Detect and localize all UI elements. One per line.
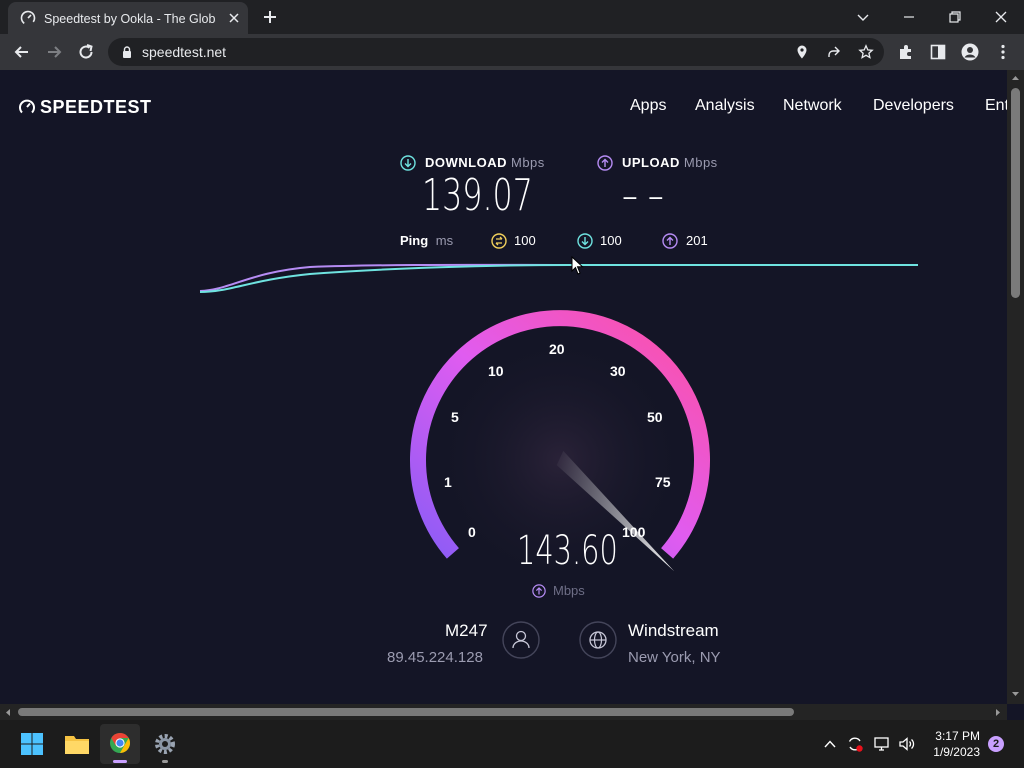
gauge-logo-icon [19, 99, 35, 114]
download-label-text: DOWNLOAD [425, 155, 507, 170]
tab-search-chevron-icon[interactable] [852, 6, 874, 28]
speed-graph [199, 263, 918, 293]
bookmark-star-icon[interactable] [858, 44, 874, 60]
settings-running-indicator [162, 760, 168, 763]
download-speed-value: 139.07 [422, 170, 533, 221]
gauge-tick-50: 50 [647, 409, 663, 425]
tab-strip: Speedtest by Ookla - The Global Broadban… [0, 0, 1024, 34]
scroll-left-arrow-icon[interactable] [4, 708, 12, 717]
more-menu-icon[interactable] [994, 43, 1012, 61]
forward-arrow-icon[interactable] [44, 42, 64, 62]
clock-date[interactable]: 1/9/2023 [920, 744, 980, 760]
horizontal-scroll-thumb[interactable] [18, 708, 794, 716]
nav-analysis[interactable]: Analysis [695, 95, 755, 117]
user-icon [502, 621, 540, 659]
server-location[interactable]: New York, NY [628, 648, 721, 668]
file-explorer-icon[interactable] [64, 732, 90, 756]
notification-count-badge[interactable]: 2 [988, 736, 1004, 752]
url-text[interactable]: speedtest.net [142, 43, 226, 61]
browser-toolbar: speedtest.net [0, 34, 1024, 70]
horizontal-scrollbar[interactable] [0, 704, 1007, 720]
gauge-current-value: 143.60 [517, 528, 618, 574]
nav-enterprise[interactable]: Ent [985, 95, 1007, 117]
upload-label-text: UPLOAD [622, 155, 680, 170]
new-tab-plus-icon[interactable] [260, 7, 280, 27]
chrome-icon [110, 733, 130, 753]
upload-arrow-icon [597, 155, 613, 171]
gauge-tick-30: 30 [610, 363, 626, 379]
ping-unit: ms [435, 233, 454, 248]
upload-speed-value: – – [622, 170, 664, 221]
nav-developers[interactable]: Developers [873, 95, 954, 117]
logo-wordmark: SPEEDTEST [40, 97, 152, 117]
back-arrow-icon[interactable] [12, 42, 32, 62]
gauge-tick-20: 20 [549, 341, 565, 357]
upload-unit: Mbps [683, 155, 718, 170]
client-ip: 89.45.224.128 [387, 649, 483, 666]
lock-icon[interactable] [120, 45, 134, 59]
ping-idle-value: 100 [514, 233, 536, 248]
idle-latency-icon [491, 233, 507, 249]
globe-icon[interactable] [579, 621, 617, 659]
gauge-tick-75: 75 [655, 474, 671, 490]
ping-download-value: 100 [600, 233, 622, 248]
windows-taskbar: 3:17 PM 1/9/2023 2 [0, 720, 1024, 768]
nav-network[interactable]: Network [783, 95, 842, 117]
download-unit: Mbps [511, 155, 545, 170]
vertical-scroll-thumb[interactable] [1011, 88, 1020, 298]
gauge-unit: Mbps [553, 583, 585, 598]
gauge-tick-10: 10 [488, 363, 504, 379]
speedtest-favicon-icon [20, 10, 36, 26]
side-panel-icon[interactable] [929, 43, 947, 61]
nav-apps[interactable]: Apps [630, 95, 666, 117]
scroll-up-arrow-icon[interactable] [1011, 74, 1020, 82]
tab-title: Speedtest by Ookla - The Global Broadban… [44, 12, 216, 26]
volume-speaker-icon[interactable] [898, 735, 916, 753]
gauge-upload-icon [532, 584, 546, 598]
mouse-cursor-icon [571, 256, 584, 275]
ping-upload-value: 201 [686, 233, 708, 248]
speedtest-page: SPEEDTEST Apps Analysis Network Develope… [0, 70, 1007, 704]
gauge-tick-100: 100 [622, 524, 646, 540]
profile-avatar-icon[interactable] [961, 43, 979, 61]
network-monitor-icon[interactable] [873, 735, 891, 753]
chrome-taskbar-button[interactable] [100, 724, 140, 764]
clock-time[interactable]: 3:17 PM [920, 728, 980, 744]
minimize-window-icon[interactable] [898, 6, 920, 28]
gauge-tick-0: 0 [468, 524, 476, 540]
download-latency-icon [577, 233, 593, 249]
ping-label: Ping ms [400, 231, 453, 251]
share-icon[interactable] [826, 44, 842, 60]
show-hidden-icons-chevron-icon[interactable] [822, 736, 838, 752]
tab-speedtest[interactable]: Speedtest by Ookla - The Global Broadban… [8, 2, 248, 34]
gauge-tick-5: 5 [451, 409, 459, 425]
close-window-icon[interactable] [990, 6, 1012, 28]
gauge-tick-1: 1 [444, 474, 452, 490]
download-arrow-icon [400, 155, 416, 171]
sync-update-icon[interactable] [846, 735, 864, 753]
windows-start-icon[interactable] [20, 732, 44, 756]
server-isp[interactable]: Windstream [628, 620, 719, 642]
close-tab-icon[interactable] [226, 10, 242, 26]
location-pin-icon[interactable] [794, 44, 810, 60]
vertical-scrollbar[interactable] [1007, 70, 1024, 704]
scroll-down-arrow-icon[interactable] [1011, 690, 1020, 698]
client-provider: M247 [445, 621, 488, 640]
address-bar[interactable]: speedtest.net [108, 38, 884, 66]
scroll-right-arrow-icon[interactable] [994, 708, 1002, 717]
chrome-active-indicator [113, 760, 127, 763]
ping-label-text: Ping [400, 233, 429, 248]
extensions-puzzle-icon[interactable] [897, 43, 915, 61]
reload-icon[interactable] [76, 42, 96, 62]
settings-gear-icon[interactable] [152, 731, 178, 757]
upload-latency-icon [662, 233, 678, 249]
restore-window-icon[interactable] [944, 6, 966, 28]
download-graph-line [199, 264, 918, 293]
